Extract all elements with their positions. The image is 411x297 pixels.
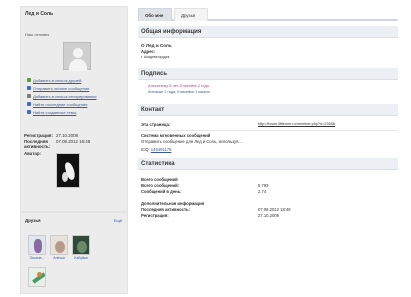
ignore-icon <box>27 94 31 98</box>
extra-info-title: Дополнительная информация <box>141 201 205 206</box>
friend-item[interactable] <box>27 267 47 288</box>
im-title: Система мгновенных сообщений <box>141 133 211 138</box>
address-value: г. Академгородок <box>141 55 170 59</box>
posts-per-day-label: Сообщений в день: <box>141 189 182 194</box>
friend-item[interactable]: Анечка <box>49 235 69 260</box>
im-text: Отправить сообщение для Лед и Соль, испо… <box>141 139 242 144</box>
signature-line-2: Антошке 2 года, Елисейке 1 шкала <box>148 90 210 94</box>
add-friend-icon <box>27 78 31 82</box>
contact-heading: Контакт <box>138 104 398 116</box>
friend-name[interactable]: Анечка <box>49 256 69 260</box>
general-info-heading: Общая информация <box>138 26 398 38</box>
avatar-body-shape <box>69 59 87 71</box>
last-activity-label: Последняя активность: <box>24 139 51 149</box>
find-posts-link[interactable]: Найти последние сообщения <box>33 102 87 107</box>
total-posts-title: Всего сообщений <box>141 177 178 182</box>
about-heading: О Лед и Соль <box>141 43 172 48</box>
total-posts-label: Всего сообщений: <box>141 183 180 188</box>
add-friend-action[interactable]: Добавить в список друзей <box>27 77 81 83</box>
page-url-link[interactable]: http://forum.littleone.ru/member.php?u=2… <box>258 122 335 126</box>
stats-registration-label: Регистрация: <box>141 213 169 218</box>
friend-avatar[interactable] <box>28 235 46 255</box>
ignore-action[interactable]: Добавить в список игнорирования <box>27 93 97 99</box>
friend-name[interactable]: Оксана... <box>27 256 47 260</box>
last-activity-value: 07.08.2012 18:48 <box>56 139 91 144</box>
total-posts-value: 5 793 <box>258 183 269 188</box>
profile-tabs: Обо мне Друзья <box>138 6 398 21</box>
ignore-link[interactable]: Добавить в список игнорирования <box>33 94 97 99</box>
user-card: Лед и Соль Наш человек Добавить в список… <box>20 6 128 212</box>
user-title: Наш человек <box>25 32 50 37</box>
friend-item[interactable]: Оксана... <box>27 235 47 260</box>
search-icon <box>27 102 31 106</box>
stats-last-activity-label: Последняя активность: <box>141 207 191 212</box>
avatar-figure-detail <box>62 172 68 182</box>
friends-title: Друзья <box>25 218 41 223</box>
profile-main: Обо мне Друзья Общая информация О Лед и … <box>138 6 398 286</box>
send-message-link[interactable]: Отправить личное сообщение <box>33 86 89 91</box>
registration-value: 27.10.2008 <box>56 133 78 138</box>
friends-all-link[interactable]: Ещё <box>114 218 122 223</box>
avatar-head-shape <box>73 48 83 58</box>
friend-avatar[interactable] <box>28 267 46 287</box>
stats-last-activity-value: 07.08.2012 18:48 <box>258 207 291 212</box>
send-message-action[interactable]: Отправить личное сообщение <box>27 85 89 91</box>
find-threads-link[interactable]: Найти созданные темы <box>33 110 76 115</box>
signature-line-1: Алексеечку 5 лет, Елисейке 2 года <box>148 84 209 88</box>
signature-heading: Подпись <box>138 68 398 80</box>
page-label: Эта страница: <box>141 122 171 127</box>
avatar-label: Аватар: <box>24 151 41 156</box>
find-threads-action[interactable]: Найти созданные темы <box>27 109 76 115</box>
friends-card: Друзья Ещё Оксана... Анечка Кабуйка <box>20 212 128 294</box>
friend-name[interactable]: Кабуйка <box>71 256 91 260</box>
icq-value-link[interactable]: 145491176 <box>151 147 172 152</box>
profile-name: Лед и Соль <box>25 11 54 17</box>
icq-label: ICQ: <box>141 147 150 152</box>
icq-row: ICQ: 145491176 <box>141 147 171 152</box>
add-friend-link[interactable]: Добавить в список друзей <box>33 78 81 83</box>
tab-about[interactable]: Обо мне <box>138 8 172 21</box>
friend-item[interactable]: Кабуйка <box>71 235 91 260</box>
envelope-icon <box>27 86 31 90</box>
avatar <box>63 42 91 71</box>
profile-avatar-image <box>56 153 80 188</box>
address-label: Адрес: <box>141 49 156 54</box>
profile-sidebar: Лед и Соль Наш человек Добавить в список… <box>20 6 128 294</box>
tab-friends[interactable]: Друзья <box>174 8 208 21</box>
registration-label: Регистрация: <box>24 133 53 138</box>
stats-registration-value: 27.10.2008 <box>258 213 279 218</box>
contact-divider <box>138 130 398 131</box>
friend-avatar[interactable] <box>72 235 90 255</box>
statistics-heading: Статистика <box>138 158 398 170</box>
find-posts-action[interactable]: Найти последние сообщения <box>27 101 87 107</box>
posts-per-day-value: 2,74 <box>258 189 267 194</box>
friend-avatar[interactable] <box>50 235 68 255</box>
search-icon <box>27 110 31 114</box>
